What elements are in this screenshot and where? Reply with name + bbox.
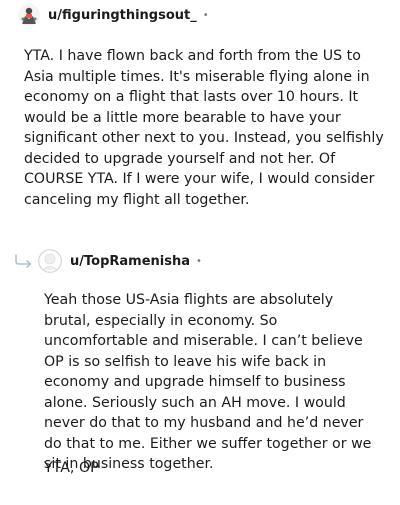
reply-header: u/TopRamenisha • bbox=[38, 249, 202, 273]
separator-dot: • bbox=[202, 9, 209, 21]
comment-body: YTA. I have flown back and forth from th… bbox=[24, 48, 384, 208]
reply-signoff: YTA, OP bbox=[44, 460, 99, 476]
reply-author[interactable]: u/TopRamenisha bbox=[70, 254, 190, 269]
comment-header: u/figuringthingsout_ • bbox=[18, 4, 209, 26]
user-avatar-icon[interactable] bbox=[18, 4, 40, 26]
reply-arrow-icon bbox=[14, 253, 34, 272]
reply-body: Yeah those US-Asia flights are absolutel… bbox=[44, 292, 372, 472]
comment-author[interactable]: u/figuringthingsout_ bbox=[48, 8, 197, 23]
separator-dot: • bbox=[196, 255, 202, 267]
user-avatar-default-icon[interactable] bbox=[38, 249, 62, 273]
